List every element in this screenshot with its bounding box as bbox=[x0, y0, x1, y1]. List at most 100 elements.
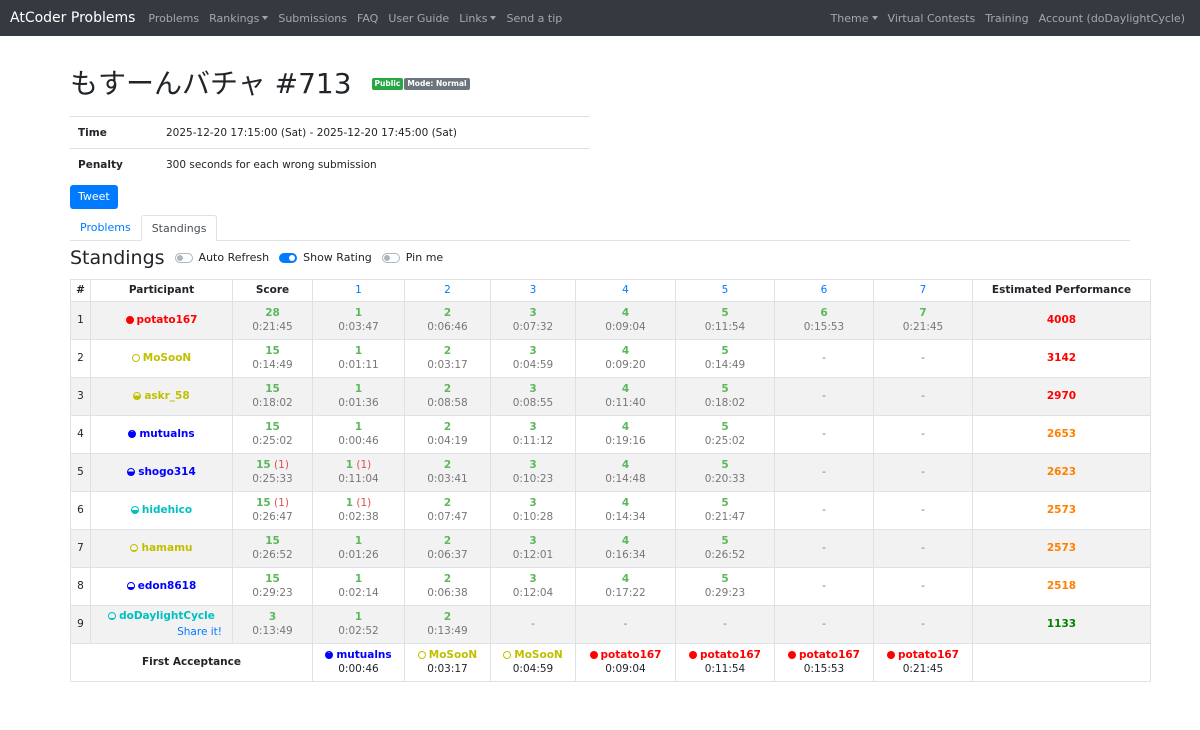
show-rating-toggle[interactable]: Show Rating bbox=[279, 251, 372, 264]
problem-cell-1: 1 0:00:46 bbox=[312, 414, 405, 454]
tweet-button[interactable]: Tweet bbox=[70, 184, 118, 209]
nav-right-item-2[interactable]: Training bbox=[980, 12, 1033, 25]
tab-standings[interactable]: Standings bbox=[140, 214, 218, 241]
show-rating-switch[interactable] bbox=[279, 252, 298, 263]
first-acceptance-name[interactable]: MoSooN bbox=[429, 649, 477, 661]
first-acceptance-name[interactable]: potato167 bbox=[799, 649, 860, 661]
score-cell: 28 0:21:45 bbox=[232, 300, 313, 340]
problem-time: 0:07:47 bbox=[427, 511, 468, 523]
problem-time: 0:16:34 bbox=[605, 549, 646, 561]
participant-name[interactable]: edon8618 bbox=[138, 580, 197, 592]
problem-cell-6: 6 0:15:53 bbox=[774, 300, 874, 340]
problem-time: 0:00:46 bbox=[338, 435, 379, 447]
participant-name[interactable]: MoSooN bbox=[143, 352, 191, 364]
no-submission: - bbox=[822, 352, 826, 364]
first-acceptance-name[interactable]: potato167 bbox=[700, 649, 761, 661]
pin-me-toggle[interactable]: Pin me bbox=[381, 251, 443, 264]
participant-name[interactable]: hamamu bbox=[141, 542, 192, 554]
first-acceptance-name[interactable]: mutualns bbox=[336, 649, 391, 661]
participant-name[interactable]: askr_58 bbox=[144, 390, 189, 402]
first-acceptance-cell-3: MoSooN 0:04:59 bbox=[490, 642, 576, 682]
problem-time: 0:02:52 bbox=[338, 625, 379, 637]
problem-score: 2 bbox=[443, 535, 452, 547]
first-acceptance-user[interactable]: potato167 bbox=[678, 649, 772, 661]
first-acceptance-user[interactable]: potato167 bbox=[578, 649, 673, 661]
standings-row: 3 askr_58 15 0:18:02 1 0:01:36 2 0:08:58 3 0:08:5… bbox=[70, 376, 1151, 416]
score-value: 15 bbox=[265, 421, 280, 433]
score-cell: 3 0:13:49 bbox=[232, 604, 313, 644]
problem-score: 1 bbox=[354, 383, 363, 395]
problem-header-5[interactable]: 5 bbox=[675, 278, 775, 302]
score-value: 15 bbox=[265, 573, 280, 585]
nav-submissions[interactable]: Submissions bbox=[273, 12, 352, 25]
problem-header-4[interactable]: 4 bbox=[575, 278, 676, 302]
penalty-value: 300 seconds for each wrong submission bbox=[165, 148, 590, 181]
nav-send-a-tip[interactable]: Send a tip bbox=[501, 12, 567, 25]
participant-name[interactable]: hidehico bbox=[142, 504, 192, 516]
first-acceptance-time: 0:21:45 bbox=[902, 663, 944, 675]
problem-cell-1: 1 0:03:47 bbox=[312, 300, 405, 340]
problem-header-1[interactable]: 1 bbox=[312, 278, 405, 302]
rating-circle-icon bbox=[788, 651, 796, 659]
problem-cell-3: 3 0:07:32 bbox=[490, 300, 576, 340]
participant-name[interactable]: mutualns bbox=[139, 428, 194, 440]
penalty-label: Penalty bbox=[70, 148, 165, 181]
problem-header-3[interactable]: 3 bbox=[490, 278, 576, 302]
tab-problems[interactable]: Problems bbox=[70, 215, 141, 240]
nav-right-item-1[interactable]: Virtual Contests bbox=[883, 12, 981, 25]
first-acceptance-user[interactable]: potato167 bbox=[777, 649, 871, 661]
problem-cell-6: - bbox=[774, 452, 874, 492]
auto-refresh-switch[interactable] bbox=[174, 252, 193, 263]
first-acceptance-user[interactable]: potato167 bbox=[876, 649, 970, 661]
pin-me-switch[interactable] bbox=[381, 252, 400, 263]
first-acceptance-time: 0:11:54 bbox=[704, 663, 746, 675]
first-acceptance-name[interactable]: potato167 bbox=[898, 649, 959, 661]
score-time: 0:18:02 bbox=[252, 397, 293, 409]
problem-cell-4: 4 0:09:20 bbox=[575, 338, 676, 378]
no-submission: - bbox=[822, 428, 826, 440]
nav-rankings[interactable]: Rankings bbox=[204, 12, 273, 25]
first-acceptance-user[interactable]: MoSooN bbox=[407, 649, 488, 661]
problem-cell-2: 2 0:04:19 bbox=[404, 414, 491, 454]
brand-link[interactable]: AtCoder Problems bbox=[10, 10, 135, 26]
penalty-count: (1) bbox=[274, 459, 289, 471]
standings-header-row: # Participant Score 1 2 3 4 5 6 7 Estimated Per… bbox=[70, 278, 1151, 302]
nav-user-guide[interactable]: User Guide bbox=[383, 12, 454, 25]
share-link[interactable]: Share it! bbox=[93, 626, 230, 638]
first-acceptance-user[interactable]: MoSooN bbox=[493, 649, 573, 661]
problem-score: 1 bbox=[354, 535, 363, 547]
nav-faq[interactable]: FAQ bbox=[352, 12, 383, 25]
participant-name[interactable]: doDaylightCycle bbox=[119, 610, 215, 622]
nav-links[interactable]: Links bbox=[454, 12, 501, 25]
participant-line: MoSooN bbox=[131, 352, 191, 364]
standings-row: 6 hidehico 15 (1) 0:26:47 1 (1) 0:02:38 2 0:07:… bbox=[70, 490, 1151, 530]
problem-header-6[interactable]: 6 bbox=[774, 278, 874, 302]
problem-score: 1 bbox=[354, 307, 363, 319]
participant-name[interactable]: potato167 bbox=[137, 314, 198, 326]
problem-cell-4: 4 0:14:34 bbox=[575, 490, 676, 530]
first-acceptance-cell-7: potato167 0:21:45 bbox=[873, 642, 973, 682]
standings-row: 5 shogo314 15 (1) 0:25:33 1 (1) 0:11:04 2 0:03:… bbox=[70, 452, 1151, 492]
problem-score: 2 bbox=[443, 573, 452, 585]
nav-problems[interactable]: Problems bbox=[143, 12, 204, 25]
show-rating-label: Show Rating bbox=[303, 251, 372, 264]
problem-cell-7: - bbox=[873, 338, 973, 378]
first-acceptance-name[interactable]: MoSooN bbox=[514, 649, 562, 661]
nav-right-item-3[interactable]: Account (doDaylightCycle) bbox=[1034, 12, 1190, 25]
nav-right-item-0[interactable]: Theme bbox=[826, 12, 883, 25]
problem-time: 0:13:49 bbox=[427, 625, 468, 637]
participant-name[interactable]: shogo314 bbox=[138, 466, 196, 478]
problem-time: 0:03:17 bbox=[427, 359, 468, 371]
problem-score: 3 bbox=[529, 383, 537, 395]
problem-cell-4: 4 0:09:04 bbox=[575, 300, 676, 340]
problem-header-2[interactable]: 2 bbox=[404, 278, 491, 302]
first-acceptance-user[interactable]: mutualns bbox=[315, 649, 402, 661]
contest-info-table: Time 2025-12-20 17:15:00 (Sat) - 2025-12… bbox=[70, 116, 590, 181]
auto-refresh-toggle[interactable]: Auto Refresh bbox=[174, 251, 269, 264]
problem-time: 0:04:59 bbox=[512, 359, 554, 371]
first-acceptance-name[interactable]: potato167 bbox=[601, 649, 662, 661]
problem-header-7[interactable]: 7 bbox=[873, 278, 973, 302]
problem-score: 3 bbox=[529, 345, 537, 357]
problem-score: 4 bbox=[621, 497, 630, 509]
problem-cell-5: - bbox=[675, 604, 775, 644]
